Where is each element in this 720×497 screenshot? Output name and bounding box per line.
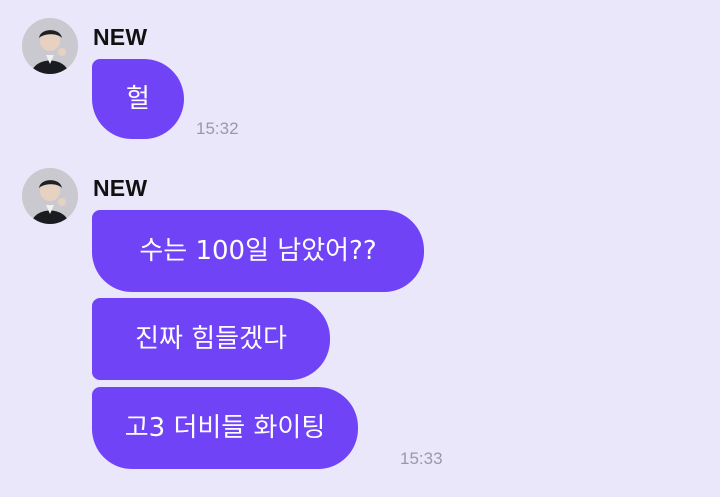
message-timestamp: 15:33 <box>400 449 443 468</box>
message-bubble[interactable]: 헐 <box>92 59 184 139</box>
message-bubble[interactable]: 수는 100일 남았어?? <box>92 210 424 292</box>
sender-name: NEW <box>93 24 148 50</box>
profile-photo-icon <box>22 18 78 74</box>
sender-name: NEW <box>93 175 148 201</box>
profile-photo-icon <box>22 168 78 224</box>
chat-thread: NEW 헐 15:32 NEW 수는 100일 남았어?? 진짜 힘들겠다 고3… <box>0 0 720 497</box>
sender-avatar[interactable] <box>22 18 78 74</box>
message-bubble[interactable]: 고3 더비들 화이팅 <box>92 387 358 469</box>
message-bubble[interactable]: 진짜 힘들겠다 <box>92 298 330 380</box>
message-timestamp: 15:32 <box>196 119 239 138</box>
sender-avatar[interactable] <box>22 168 78 224</box>
